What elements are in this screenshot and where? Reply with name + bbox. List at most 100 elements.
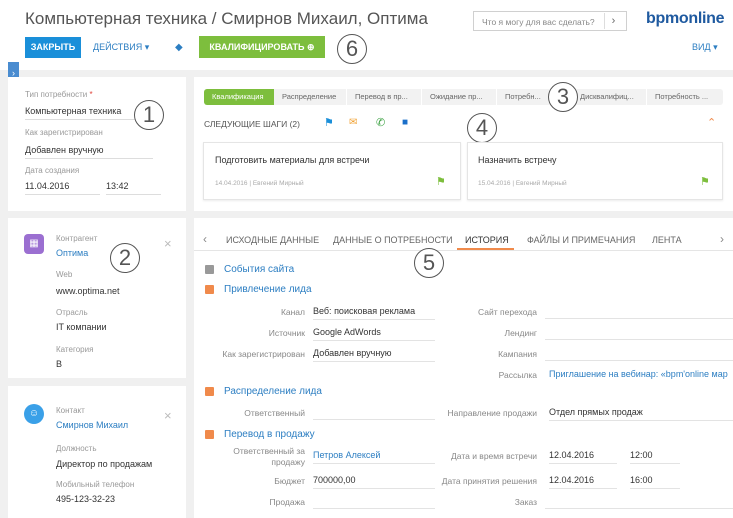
registered-label: Как зарегистрирован bbox=[25, 128, 103, 137]
source-field[interactable]: Google AdWords bbox=[313, 327, 435, 341]
decision-date-field[interactable]: 12.04.2016 bbox=[549, 475, 617, 489]
phone-icon[interactable]: ✆ bbox=[376, 116, 385, 129]
tabs-divider bbox=[194, 250, 733, 251]
chevron-right-icon[interactable]: › bbox=[604, 13, 622, 29]
channel-label: Канал bbox=[280, 307, 305, 317]
order-label: Заказ bbox=[514, 497, 537, 507]
responsible-field[interactable] bbox=[313, 419, 435, 420]
sales-resp-label: Ответственный за продажу bbox=[233, 446, 305, 467]
stage-item[interactable]: Потребность ... bbox=[647, 89, 723, 105]
web-value: www.optima.net bbox=[56, 286, 120, 296]
meeting-time-field[interactable]: 12:00 bbox=[630, 450, 680, 464]
stage-item[interactable]: Квалификация bbox=[204, 89, 274, 105]
decision-time-field[interactable]: 16:00 bbox=[630, 475, 680, 489]
landing-label: Лендинг bbox=[504, 328, 537, 338]
sale-field[interactable] bbox=[313, 508, 435, 509]
channel-field[interactable]: Веб: поисковая реклама bbox=[313, 306, 435, 320]
budget-label: Бюджет bbox=[274, 476, 305, 486]
created-time-field[interactable]: 13:42 bbox=[106, 181, 161, 195]
chevron-left-icon[interactable]: ‹ bbox=[203, 232, 207, 246]
flag-icon[interactable]: ⚑ bbox=[700, 175, 710, 188]
next-step-title: Назначить встречу bbox=[478, 155, 557, 165]
command-search-input[interactable]: Что я могу для вас сделать? › bbox=[473, 11, 627, 31]
callout-3: 3 bbox=[548, 82, 578, 112]
contact-link[interactable]: Смирнов Михаил bbox=[56, 420, 128, 430]
industry-label: Отрасль bbox=[56, 308, 88, 317]
qualify-button[interactable]: КВАЛИФИЦИРОВАТЬ ⊕ bbox=[199, 36, 325, 58]
chevron-up-icon[interactable]: ⌃ bbox=[707, 116, 716, 129]
sale-label: Продажа bbox=[269, 497, 305, 507]
chat-icon[interactable]: ■ bbox=[402, 117, 408, 128]
flag-icon[interactable]: ⚑ bbox=[324, 116, 334, 129]
expand-icon[interactable] bbox=[205, 430, 214, 439]
sales-resp-link[interactable]: Петров Алексей bbox=[313, 450, 435, 464]
created-label: Дата создания bbox=[25, 166, 80, 175]
section-lead-attraction[interactable]: Привлечение лида bbox=[224, 284, 312, 295]
tab-source-data[interactable]: ИСХОДНЫЕ ДАННЫЕ bbox=[226, 235, 319, 245]
close-icon[interactable]: × bbox=[164, 236, 172, 251]
callout-6: 6 bbox=[337, 34, 367, 64]
meeting-date-field[interactable]: 12.04.2016 bbox=[549, 450, 617, 464]
tab-need-data[interactable]: ДАННЫЕ О ПОТРЕБНОСТИ bbox=[333, 235, 453, 245]
need-type-label: Тип потребности * bbox=[25, 90, 93, 99]
tab-feed[interactable]: ЛЕНТА bbox=[652, 235, 682, 245]
budget-field[interactable]: 700000,00 bbox=[313, 475, 435, 489]
tag-icon[interactable]: ◆ bbox=[175, 42, 185, 53]
registered-history-field[interactable]: Добавлен вручную bbox=[313, 348, 435, 362]
landing-field[interactable] bbox=[545, 339, 733, 340]
search-placeholder: Что я могу для вас сделать? bbox=[482, 17, 595, 27]
contact-avatar-icon: ☺ bbox=[24, 404, 44, 424]
position-value: Директор по продажам bbox=[56, 459, 153, 469]
section-transfer[interactable]: Перевод в продажу bbox=[224, 429, 315, 440]
section-lead-distribution[interactable]: Распределение лида bbox=[224, 386, 322, 397]
callout-2: 2 bbox=[110, 243, 140, 273]
next-step-card[interactable]: Назначить встречу 15.04.2016 | Евгений М… bbox=[467, 142, 723, 200]
stage-item[interactable]: Ожидание пр... bbox=[422, 89, 496, 105]
close-button[interactable]: ЗАКРЫТЬ bbox=[25, 37, 81, 58]
callout-4: 4 bbox=[467, 113, 497, 143]
mailing-link[interactable]: Приглашение на вебинар: «bpm'online мар bbox=[549, 369, 733, 379]
email-icon[interactable]: ✉ bbox=[349, 117, 357, 128]
next-step-card[interactable]: Подготовить материалы для встречи 14.04.… bbox=[203, 142, 461, 200]
stage-item[interactable]: Распределение bbox=[274, 89, 346, 105]
chevron-right-icon[interactable]: › bbox=[720, 232, 724, 246]
stage-item[interactable]: Дисквалифиц... bbox=[572, 89, 646, 105]
next-step-title: Подготовить материалы для встречи bbox=[215, 155, 370, 165]
collapse-icon[interactable] bbox=[205, 265, 214, 274]
next-steps-title: СЛЕДУЮЩИЕ ШАГИ (2) bbox=[204, 119, 300, 129]
stage-bar: Квалификация Распределение Перевод в пр.… bbox=[204, 89, 733, 105]
mobile-value: 495-123-32-23 bbox=[56, 494, 116, 504]
direction-label: Направление продажи bbox=[447, 408, 537, 418]
position-label: Должность bbox=[56, 444, 97, 453]
actions-menu-button[interactable]: ДЕЙСТВИЯ ▾ bbox=[93, 42, 149, 53]
tab-history[interactable]: ИСТОРИЯ bbox=[465, 235, 509, 245]
category-label: Категория bbox=[56, 345, 94, 354]
view-menu-button[interactable]: ВИД ▾ bbox=[692, 42, 718, 53]
created-date-field[interactable]: 11.04.2016 bbox=[25, 181, 100, 195]
callout-1: 1 bbox=[134, 100, 164, 130]
direction-field[interactable]: Отдел прямых продаж bbox=[549, 407, 733, 421]
account-label: Контрагент bbox=[56, 234, 98, 243]
registered-field[interactable]: Добавлен вручную bbox=[25, 145, 153, 159]
next-step-meta: 14.04.2016 | Евгений Мирный bbox=[215, 180, 304, 187]
industry-value: IT компании bbox=[56, 322, 107, 332]
account-link[interactable]: Оптима bbox=[56, 248, 88, 258]
callout-5: 5 bbox=[414, 248, 444, 278]
campaign-field[interactable] bbox=[545, 360, 733, 361]
close-icon[interactable]: × bbox=[164, 408, 172, 423]
expand-icon[interactable] bbox=[205, 387, 214, 396]
mobile-label: Мобильный телефон bbox=[56, 480, 135, 489]
brand-logo: bpmonline bbox=[646, 10, 725, 27]
page-title: Компьютерная техника / Смирнов Михаил, О… bbox=[25, 9, 428, 28]
tab-files[interactable]: ФАЙЛЫ И ПРИМЕЧАНИЯ bbox=[527, 235, 635, 245]
flag-icon[interactable]: ⚑ bbox=[436, 175, 446, 188]
order-field[interactable] bbox=[545, 508, 733, 509]
contact-label: Контакт bbox=[56, 406, 85, 415]
expand-icon[interactable] bbox=[205, 285, 214, 294]
referrer-field[interactable] bbox=[545, 318, 733, 319]
stage-item[interactable]: Перевод в пр... bbox=[347, 89, 421, 105]
campaign-label: Кампания bbox=[498, 349, 537, 359]
section-site-events[interactable]: События сайта bbox=[224, 264, 294, 275]
mailing-label: Рассылка bbox=[498, 370, 537, 380]
web-label: Web bbox=[56, 270, 73, 279]
